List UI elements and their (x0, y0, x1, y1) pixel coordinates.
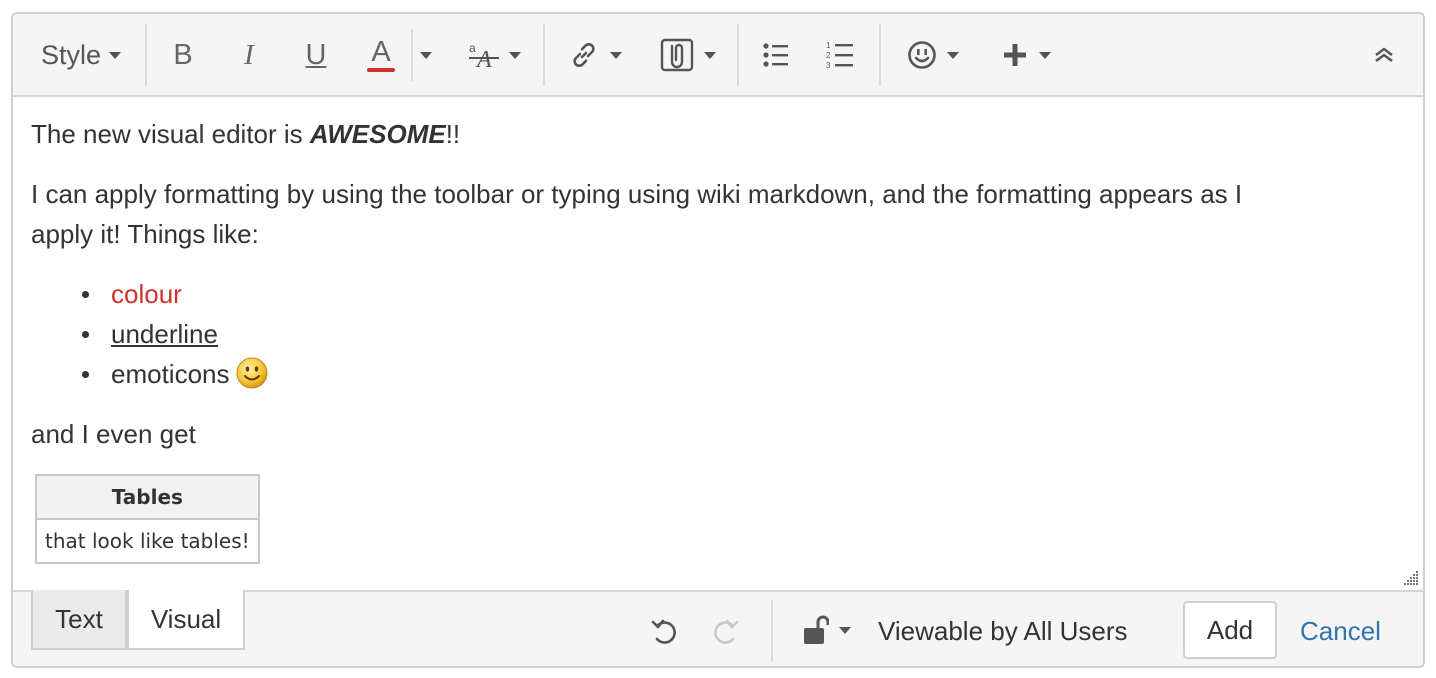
chevron-down-icon (109, 51, 122, 59)
attachment-icon (660, 38, 694, 72)
undo-button[interactable] (647, 614, 683, 650)
link-dropdown[interactable] (563, 36, 627, 74)
table-header-row: Tables (35, 474, 260, 520)
toolbar-divider (543, 24, 545, 86)
editor-content-area[interactable]: The new visual editor is AWESOME!! I can… (13, 97, 1423, 590)
underline-button[interactable]: U (297, 36, 335, 74)
chevron-down-icon (1039, 51, 1051, 59)
resize-handle-icon[interactable] (1403, 570, 1419, 586)
svg-text:a: a (469, 41, 476, 55)
unlock-icon (804, 615, 829, 644)
list-item: emoticons (31, 354, 268, 394)
italic-button[interactable]: I (231, 36, 267, 74)
text-format-icon: a A (469, 41, 499, 70)
insert-more-dropdown[interactable] (997, 36, 1057, 74)
underline-icon: U (305, 38, 327, 71)
line1-bold-text: AWESOME (309, 119, 446, 149)
bullet-icon (82, 371, 89, 378)
chevron-down-icon (947, 51, 959, 59)
text-color-dropdown[interactable] (411, 29, 439, 81)
attachment-dropdown[interactable] (655, 36, 721, 74)
bullet-icon (82, 331, 89, 338)
smiley-icon (908, 41, 936, 69)
table-cell[interactable]: that look like tables! (35, 518, 260, 564)
editor-footer: Text Visual Viewable by All Users Add Ca… (13, 590, 1423, 666)
chevron-double-up-icon (1375, 47, 1393, 62)
content-line-1: The new visual editor is AWESOME!! (31, 114, 460, 154)
chevron-down-icon (509, 51, 521, 59)
chevron-down-icon (610, 51, 622, 59)
bold-icon: B (173, 38, 193, 71)
table-header-cell[interactable]: Tables (35, 474, 260, 520)
bullet-list-button[interactable] (761, 36, 791, 74)
visibility-label[interactable]: Viewable by All Users (878, 616, 1128, 647)
smiley-emoticon-icon (236, 357, 267, 389)
list-item-label: colour (111, 279, 182, 309)
plus-icon (1004, 44, 1026, 66)
content-table[interactable]: Tables that look like tables! (35, 474, 260, 564)
tab-text[interactable]: Text (31, 590, 127, 650)
bullet-list-icon (763, 43, 788, 67)
content-line-3: and I even get (31, 419, 196, 449)
style-dropdown[interactable]: Style (31, 36, 131, 74)
list-item-label: emoticons (111, 359, 230, 389)
toolbar-divider (145, 24, 147, 86)
emoticon-dropdown[interactable] (901, 36, 965, 74)
add-button[interactable]: Add (1183, 601, 1277, 659)
formatting-list: colour underline emoticons (31, 274, 268, 394)
chevron-down-icon (839, 626, 851, 634)
list-item: underline (31, 314, 268, 354)
chevron-down-icon (704, 51, 716, 59)
list-item: colour (31, 274, 268, 314)
text-color-button[interactable]: A (363, 36, 399, 74)
text-color-swatch (367, 68, 395, 72)
text-format-dropdown[interactable]: a A (461, 36, 527, 74)
redo-button[interactable] (707, 614, 743, 650)
text-color-icon: A (371, 36, 391, 68)
list-item-label: underline (111, 319, 218, 349)
content-paragraph-2-line-2: apply it! Things like: (31, 219, 259, 249)
numbered-list-button[interactable]: 123 (825, 36, 855, 74)
collapse-toolbar-button[interactable] (1369, 36, 1399, 74)
undo-icon (651, 619, 676, 644)
numbered-list-icon: 123 (826, 41, 853, 69)
bullet-icon (82, 291, 89, 298)
svg-text:1: 1 (826, 41, 831, 50)
tab-visual[interactable]: Visual (127, 590, 245, 650)
toolbar-divider (737, 24, 739, 86)
table-row: that look like tables! (35, 518, 260, 564)
bold-button[interactable]: B (165, 36, 201, 74)
footer-divider (771, 600, 773, 662)
comment-editor: Style B I U A a A 1 2 3 The new visual e… (11, 12, 1425, 668)
line1-prefix: The new visual editor is (31, 119, 310, 149)
svg-text:2: 2 (826, 51, 831, 60)
link-icon (573, 42, 595, 68)
content-paragraph-2-line-1: I can apply formatting by using the tool… (31, 179, 1243, 209)
italic-icon: I (244, 38, 254, 71)
redo-icon (714, 619, 739, 644)
line1-suffix: !! (445, 119, 461, 149)
restrictions-dropdown[interactable] (797, 610, 857, 650)
editor-toolbar: Style B I U A a A 1 2 3 (13, 14, 1423, 97)
style-label: Style (40, 39, 102, 70)
toolbar-divider (879, 24, 881, 86)
cancel-link[interactable]: Cancel (1300, 616, 1381, 647)
svg-text:3: 3 (826, 61, 831, 69)
chevron-down-icon (420, 51, 432, 59)
